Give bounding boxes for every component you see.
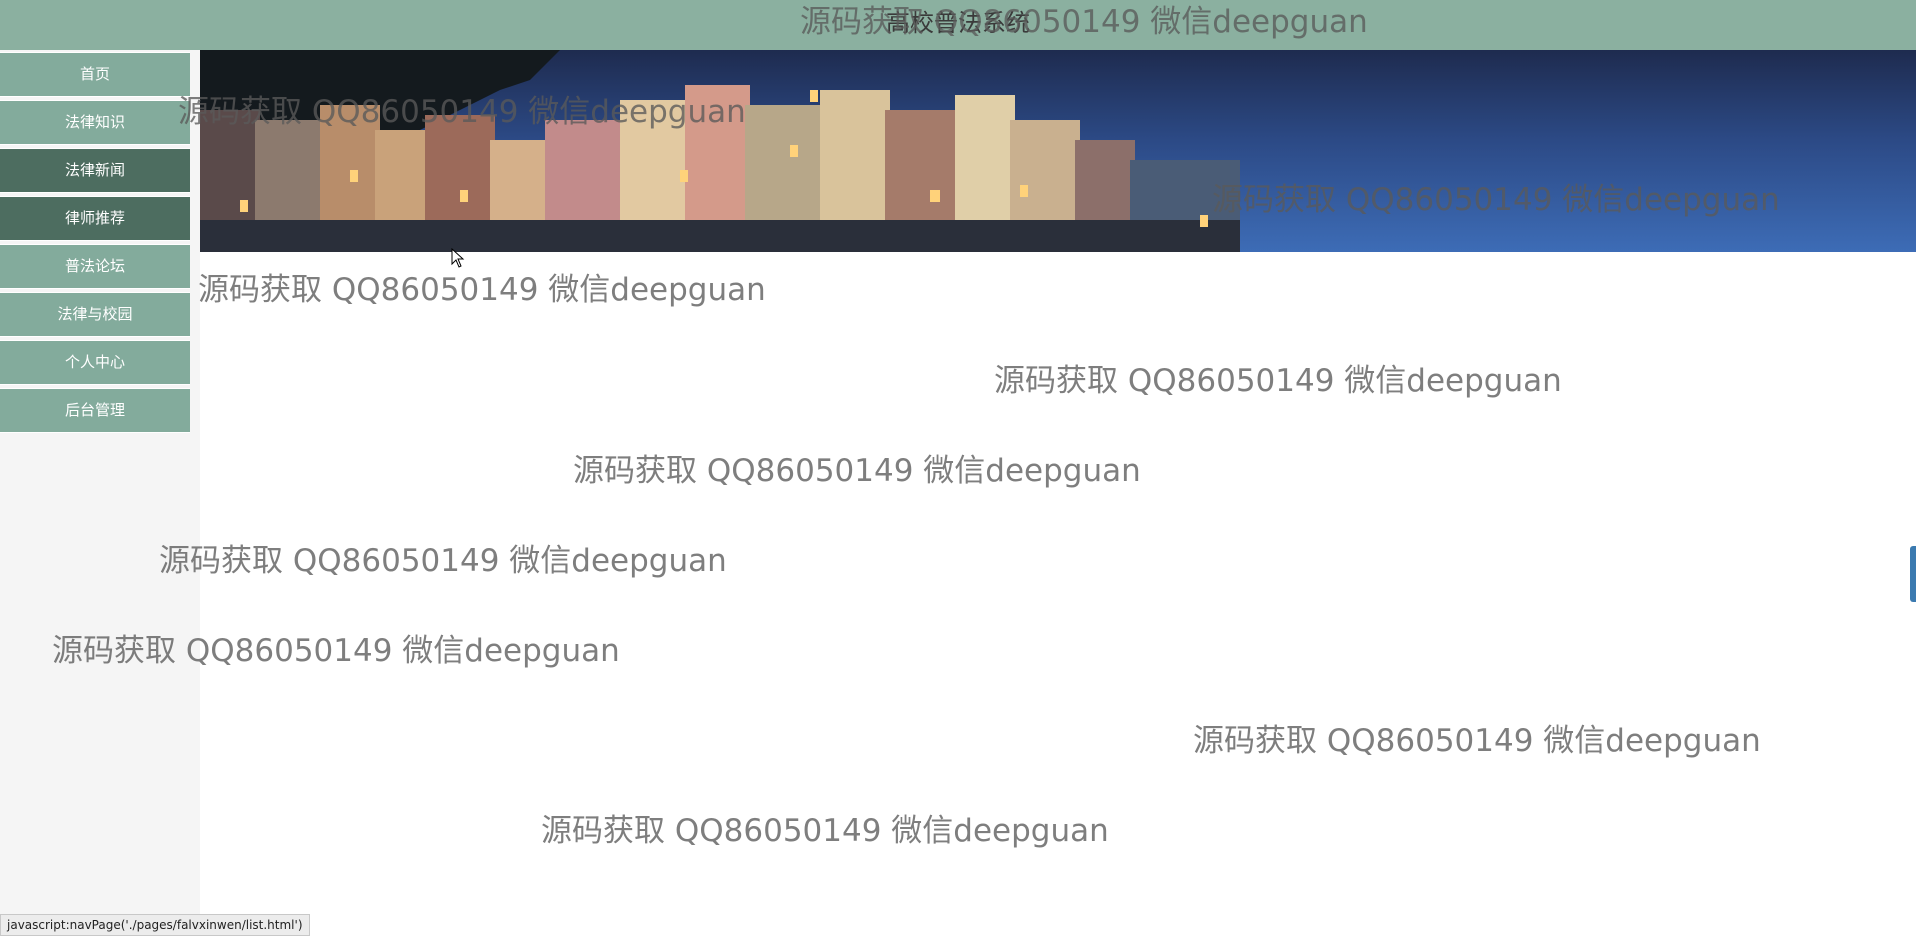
banner-image	[200, 50, 1916, 252]
sidebar-item-legal-news[interactable]: 法律新闻	[0, 149, 190, 192]
sidebar-nav: 首页 法律知识 法律新闻 律师推荐 普法论坛 法律与校园 个人中心 后台管理	[0, 50, 200, 936]
watermark-text: 源码获取 QQ86050149 微信deepguan	[573, 453, 1141, 489]
sidebar-item-lawyer-recommend[interactable]: 律师推荐	[0, 197, 190, 240]
watermark-text: 源码获取 QQ86050149 微信deepguan	[52, 633, 620, 669]
sidebar-item-home[interactable]: 首页	[0, 53, 190, 96]
watermark-text: 源码获取 QQ86050149 微信deepguan	[1212, 182, 1780, 218]
sidebar-item-personal-center[interactable]: 个人中心	[0, 341, 190, 384]
sidebar-item-legal-knowledge[interactable]: 法律知识	[0, 101, 190, 144]
watermark-text: 源码获取 QQ86050149 微信deepguan	[159, 543, 727, 579]
sidebar-item-admin[interactable]: 后台管理	[0, 389, 190, 432]
watermark-text: 源码获取 QQ86050149 微信deepguan	[1193, 723, 1761, 759]
mouse-cursor-icon	[451, 247, 465, 272]
watermark-text: 源码获取 QQ86050149 微信deepguan	[541, 813, 1109, 849]
watermark-text: 源码获取 QQ86050149 微信deepguan	[800, 4, 1368, 40]
scrollbar-thumb[interactable]	[1910, 546, 1916, 602]
watermark-text: 源码获取 QQ86050149 微信deepguan	[198, 272, 766, 308]
browser-status-url: javascript:navPage('./pages/falvxinwen/l…	[0, 914, 310, 936]
sidebar-item-forum[interactable]: 普法论坛	[0, 245, 190, 288]
watermark-text: 源码获取 QQ86050149 微信deepguan	[994, 363, 1562, 399]
banner-town-illustration	[200, 50, 1240, 252]
watermark-text: 源码获取 QQ86050149 微信deepguan	[178, 94, 746, 130]
sidebar-item-law-campus[interactable]: 法律与校园	[0, 293, 190, 336]
